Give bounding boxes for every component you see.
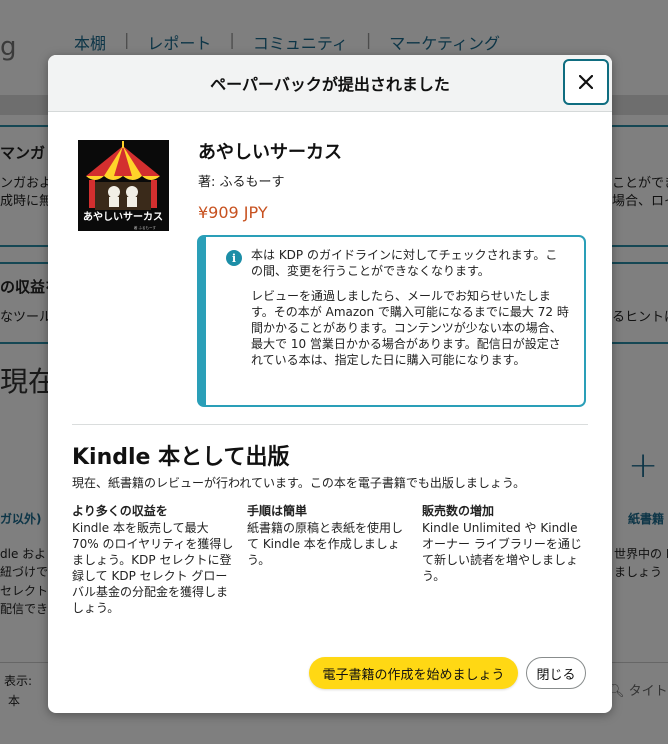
start-ebook-button[interactable]: 電子書籍の作成を始めましょう (309, 657, 518, 689)
close-modal-button[interactable]: 閉じる (526, 657, 586, 689)
review-info-alert: i 本は KDP のガイドラインに対してチェックされます。この間、変更を行うこと… (197, 235, 586, 407)
book-title: あやしいサーカス (198, 142, 342, 163)
book-info: あやしいサーカス 著: ふるもーす ¥909 JPY (198, 140, 342, 222)
modal-header: ペーパーバックが提出されました (48, 55, 612, 112)
close-button[interactable] (563, 59, 609, 105)
section-divider (72, 424, 588, 425)
submission-modal: ペーパーバックが提出されました あやしいサーカス 著 ふるもーす あやしいサーカ… (48, 55, 612, 713)
book-author: 著: ふるもーす (198, 175, 285, 190)
close-icon (579, 75, 593, 89)
benefit-easy-steps: 手順は簡単 紙書籍の原稿と表紙を使用して Kindle 本を作成しましょう。 (247, 503, 411, 568)
benefit-text: Kindle Unlimited や Kindle オーナー ライブラリーを通じ… (422, 521, 582, 583)
benefit-more-sales: 販売数の増加 Kindle Unlimited や Kindle オーナー ライ… (422, 503, 586, 584)
benefit-text: Kindle 本を販売して最大 70% のロイヤリティを獲得しましょう。KDP … (72, 521, 234, 615)
alert-paragraph: 本は KDP のガイドラインに対してチェックされます。この間、変更を行うことがで… (251, 248, 558, 278)
alert-paragraph: レビューを通過しましたら、メールでお知らせいたします。その本が Amazon で… (251, 289, 569, 367)
kindle-description: 現在、紙書籍のレビューが行われています。この本を電子書籍でも出版しましょう。 (72, 476, 526, 490)
benefit-title: より多くの収益を (72, 504, 168, 518)
kindle-heading: Kindle 本として出版 (72, 445, 290, 470)
benefit-more-revenue: より多くの収益を Kindle 本を販売して最大 70% のロイヤリティを獲得し… (72, 503, 236, 616)
book-cover: あやしいサーカス 著 ふるもーす (78, 140, 169, 231)
book-price: ¥909 JPY (198, 203, 268, 222)
info-icon: i (226, 250, 242, 266)
benefit-title: 手順は簡単 (247, 504, 308, 518)
alert-text: 本は KDP のガイドラインに対してチェックされます。この間、変更を行うことがで… (251, 247, 569, 377)
benefit-text: 紙書籍の原稿と表紙を使用して Kindle 本を作成しましょう。 (247, 521, 404, 567)
modal-title: ペーパーバックが提出されました (210, 75, 450, 94)
cover-credit: 著 ふるもーす (134, 225, 157, 230)
benefit-title: 販売数の増加 (422, 504, 495, 518)
cover-title: あやしいサーカス (83, 210, 163, 223)
